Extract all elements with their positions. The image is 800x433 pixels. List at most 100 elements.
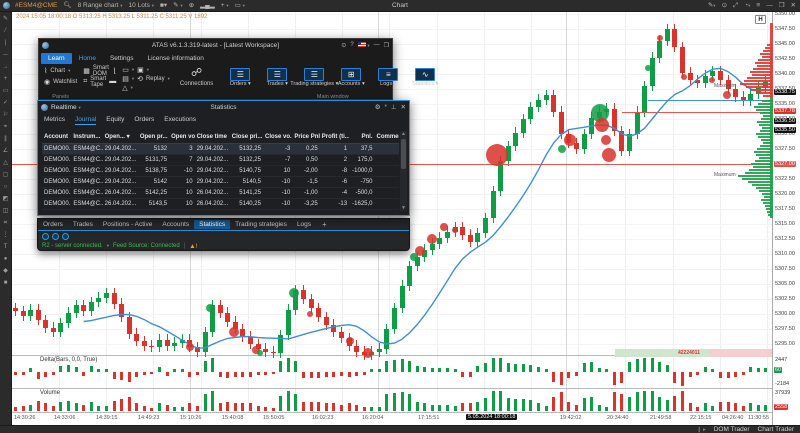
table-scrollbar[interactable]: ▲▼: [400, 131, 407, 211]
pencil-icon[interactable]: ✎ ▾: [172, 1, 184, 11]
restore-window-icon[interactable]: ❐: [778, 1, 786, 11]
connection-icon[interactable]: [42, 233, 49, 240]
logs-button[interactable]: ≡Logs ▾: [371, 68, 405, 88]
table-row[interactable]: DEMO00...ESM4@C...29.04.202...5132329.04…: [42, 144, 399, 155]
zoom-in-icon[interactable]: ⊕: [188, 1, 195, 11]
stats-tab-journal[interactable]: Journal: [75, 115, 96, 125]
diamond-tool-icon[interactable]: ◆: [1, 267, 11, 276]
flag-tool-icon[interactable]: ⚐: [1, 111, 11, 120]
square-tool-icon[interactable]: ▢: [1, 171, 11, 180]
chat-panel-icon[interactable]: ▭: [122, 66, 129, 74]
close-icon[interactable]: ✕: [401, 103, 406, 111]
indicator-icon[interactable]: ▂▄▂: [199, 1, 216, 11]
column-header[interactable]: Open... ▾: [103, 131, 138, 143]
table-row[interactable]: DEMO00...ESM4@C...26.04.202...5143,51026…: [42, 199, 399, 210]
draw-icon[interactable]: ✎▾: [707, 1, 717, 11]
column-header[interactable]: Pnl.: [349, 131, 374, 143]
horizontal-line-tool-icon[interactable]: ─: [1, 51, 11, 60]
instrument-selector[interactable]: #ESM4@CME: [14, 1, 58, 11]
profile-tool-icon[interactable]: ◩: [1, 195, 11, 204]
dots-tool-icon[interactable]: ⋮: [1, 231, 11, 240]
bell-icon[interactable]: △: [122, 84, 127, 92]
stats-tab-orders[interactable]: Orders: [134, 115, 154, 124]
dock-tab-trades[interactable]: Trades: [68, 220, 98, 229]
minimize-icon[interactable]: —: [374, 42, 380, 48]
table-row[interactable]: DEMO00...ESM4@C...29.04.202...51421029.0…: [42, 177, 399, 188]
dot-tool-icon[interactable]: ●: [1, 255, 11, 264]
main-window-titlebar[interactable]: ATAS v6.1.3.319-latest - [Latest Workspa…: [39, 39, 392, 51]
filled-square-tool-icon[interactable]: ■: [1, 279, 11, 288]
dock-tab-positions-active[interactable]: Positions - Active: [98, 220, 158, 229]
ribbon-tab-learn[interactable]: Learn: [41, 53, 72, 64]
settings-gear-icon[interactable]: ⚙: [375, 103, 381, 111]
connections-button[interactable]: Connections: [180, 81, 213, 87]
trades-button[interactable]: ☰Trades ▾: [260, 68, 294, 88]
text-tool-icon[interactable]: T: [1, 243, 11, 252]
monitor-panel-icon[interactable]: ▣: [137, 66, 144, 74]
server-status[interactable]: R2 - server connected.: [42, 243, 103, 249]
brush-tool-icon[interactable]: ⁄: [1, 27, 11, 36]
lots-selector[interactable]: 10 Lots ▾: [128, 1, 155, 11]
monitor-icon[interactable]: ■▾: [159, 1, 168, 11]
parallel-tool-icon[interactable]: ∥: [1, 135, 11, 144]
dock-tab-statistics[interactable]: Statistics: [194, 220, 230, 229]
minimize-window-icon[interactable]: —: [765, 1, 774, 11]
statistics-titlebar[interactable]: Realtime ▾ Statistics ⚙▾ ⊥ ✕: [38, 101, 409, 113]
ribbon-tab-settings[interactable]: Settings: [103, 53, 141, 64]
pencil-tool-icon[interactable]: ✎: [1, 15, 11, 24]
add-dock-tab-button[interactable]: +: [316, 220, 333, 229]
check-tool-icon[interactable]: ✓: [1, 99, 11, 108]
cross-tool-icon[interactable]: +: [1, 75, 11, 84]
data-source-selector[interactable]: Realtime ▾: [51, 104, 81, 111]
angle-tool-icon[interactable]: ∠: [1, 147, 11, 156]
dock-tab-orders[interactable]: Orders: [38, 220, 68, 229]
bars-tool-icon[interactable]: ◫: [1, 207, 11, 216]
column-header[interactable]: Account: [42, 131, 71, 143]
watchlist-button[interactable]: Watchlist: [53, 79, 77, 85]
arrow-tool-icon[interactable]: →: [1, 63, 11, 72]
stats-tab-equity[interactable]: Equity: [106, 115, 124, 124]
orders-button[interactable]: ☰Orders ▾: [223, 68, 257, 88]
replay-icon[interactable]: ⟲: [137, 75, 143, 83]
column-header[interactable]: Close vo...: [263, 131, 292, 143]
table-row[interactable]: DEMO00...ESM4@C...29.04.202...5138,75-10…: [42, 166, 399, 177]
grid-tool-icon[interactable]: ⌗: [1, 219, 11, 228]
dock-tab-accounts[interactable]: Accounts: [157, 220, 194, 229]
layout-icon[interactable]: ≡: [755, 1, 761, 11]
column-header[interactable]: Close time: [195, 131, 230, 143]
column-header[interactable]: Open vo...: [169, 131, 194, 143]
vertical-line-tool-icon[interactable]: |: [1, 39, 11, 48]
table-row[interactable]: DEMO00...ESM4@C...29.04.202...5131,75729…: [42, 155, 399, 166]
dom-trader-button[interactable]: DOM Trader: [714, 426, 750, 433]
column-header[interactable]: Price Pnl.: [292, 131, 319, 143]
smart-tape-button[interactable]: Smart Tape: [90, 76, 106, 88]
triangle-tool-icon[interactable]: △: [1, 159, 11, 168]
column-header[interactable]: Profit (ti...: [320, 131, 349, 143]
panel-toggle-icon[interactable]: ❙ ▸: [697, 427, 706, 433]
column-header[interactable]: Instrum...: [71, 131, 102, 143]
chart-button[interactable]: Chart: [50, 68, 65, 74]
calendar-panel-icon[interactable]: ▤: [122, 75, 129, 83]
chart-type-selector[interactable]: 8 Range chart ▾: [77, 1, 124, 11]
replay-button[interactable]: Replay: [146, 76, 165, 82]
column-header[interactable]: Close pri...: [230, 131, 263, 143]
stats-tab-executions[interactable]: Executions: [164, 115, 196, 124]
restore-icon[interactable]: ❐: [384, 42, 389, 49]
chat-icon[interactable]: ▭ ▾: [234, 1, 246, 11]
search-icon[interactable]: 🔍︎: [62, 1, 72, 11]
chart-trader-button[interactable]: Chart Trader: [758, 426, 795, 433]
column-header[interactable]: Comment: [375, 131, 399, 143]
screenshot-icon[interactable]: ⊙: [341, 42, 346, 49]
help-icon[interactable]: ?: [350, 42, 353, 48]
add-icon[interactable]: + ▾: [220, 1, 230, 11]
stats-tab-metrics[interactable]: Metrics: [44, 115, 65, 124]
expand-icon[interactable]: ⤢: [732, 1, 739, 11]
warning-icon[interactable]: ▲!: [189, 243, 197, 250]
connection-icon[interactable]: [52, 233, 59, 240]
connection-icon[interactable]: [62, 233, 69, 240]
trading-strategies-button[interactable]: ☰Trading strategies ▾: [297, 68, 331, 88]
ribbon-tab-license-information[interactable]: License information: [140, 53, 210, 64]
theme-icon[interactable]: ◔▾: [743, 1, 751, 11]
target-tool-icon[interactable]: ⌖: [1, 123, 11, 132]
pin-icon[interactable]: ⊥: [391, 103, 397, 111]
